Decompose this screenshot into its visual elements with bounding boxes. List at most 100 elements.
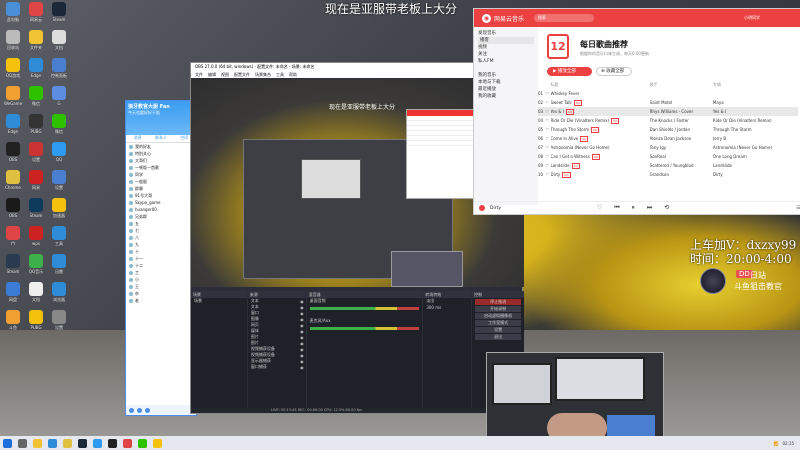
desktop-icon[interactable]: 文档 — [48, 30, 70, 58]
desktop-icon[interactable]: 控制面板 — [48, 58, 70, 86]
taskbar-edge-icon[interactable] — [48, 438, 57, 448]
obs-control-button[interactable]: 启动虚拟摄像机 — [475, 313, 522, 319]
song-row[interactable]: 02 ♡ Sweet Talk SQ Saint Motel Maya — [538, 98, 798, 107]
qq-contact-row[interactable]: 一顿饭一首歌 — [126, 164, 196, 171]
song-table-header[interactable]: 专辑 — [713, 81, 798, 89]
desktop-icon[interactable]: 此电脑 — [2, 2, 24, 30]
visibility-eye-icon[interactable]: ◉ — [300, 335, 304, 340]
visibility-eye-icon[interactable]: ◉ — [300, 311, 304, 316]
visibility-eye-icon[interactable]: ◉ — [300, 299, 304, 304]
song-row[interactable]: 03 ♡ Yes & I SQ Rhys Williams - Cover Yes & I — [538, 107, 798, 116]
qq-menu-icon[interactable] — [129, 407, 134, 413]
taskbar-qq-icon[interactable] — [93, 438, 102, 448]
desktop-icon[interactable]: QQ游戏 — [2, 58, 24, 86]
taskbar-start-icon[interactable] — [3, 438, 12, 448]
qq-contact-row[interactable]: 五 — [126, 220, 196, 227]
visibility-eye-icon[interactable]: ◉ — [300, 365, 304, 370]
qq-contact-row[interactable]: 我的好友 — [126, 143, 196, 150]
music-sidebar-item[interactable]: 播客 — [478, 37, 534, 44]
playlist-icon[interactable]: ☰ — [796, 205, 800, 211]
qq-contact-row[interactable]: 同学 — [126, 171, 196, 178]
qq-contact-row[interactable]: 91号大哥 — [126, 192, 196, 199]
desktop-icon[interactable]: PUBG — [25, 114, 47, 142]
desktop-icon[interactable]: Edge — [25, 58, 47, 86]
qq-tab[interactable]: 联系人 — [149, 135, 172, 142]
obs-menu-item[interactable]: 配置文件 — [234, 72, 250, 78]
qq-contact-row[interactable]: 十一 — [126, 255, 196, 262]
song-row[interactable]: 07 ♡ Astronomia (Never Go Home) Tony Igy Ast… — [538, 143, 798, 152]
visibility-eye-icon[interactable]: ◉ — [300, 353, 304, 358]
song-row[interactable]: 10 ♡ Dirty SQ Grandson Dirty — [538, 170, 798, 179]
qq-contact-row[interactable]: huanger00 — [126, 206, 196, 213]
obs-control-button[interactable]: 开始录制 — [475, 306, 522, 312]
qq-contact-row[interactable]: Skype_game — [126, 199, 196, 206]
qq-settings-icon[interactable] — [137, 407, 142, 413]
scene-item[interactable]: 场景 — [191, 298, 247, 304]
desktop-icon[interactable]: 浏览器 — [48, 282, 70, 310]
song-table-header[interactable]: 标题 — [551, 81, 650, 89]
obs-control-button[interactable]: 停止推流 — [475, 299, 522, 305]
music-sidebar-item[interactable]: 最近播放 — [478, 86, 534, 93]
visibility-eye-icon[interactable]: ◉ — [300, 323, 304, 328]
taskbar-music-icon[interactable] — [123, 438, 132, 448]
song-row[interactable]: 04 ♡ Ride Or Die (Vinalters Remix) SQ The Kn… — [538, 116, 798, 125]
music-sidebar-item[interactable]: 发现音乐 — [478, 30, 534, 37]
desktop-icon[interactable]: 文档 — [25, 282, 47, 310]
visibility-eye-icon[interactable]: ◉ — [300, 329, 304, 334]
qq-contact-row[interactable]: 大哥们 — [126, 157, 196, 164]
obs-menu-item[interactable]: 工具 — [276, 72, 284, 78]
play-all-button[interactable]: ▶ 播放全部 — [547, 67, 592, 76]
desktop-icon[interactable]: QQ音乐 — [25, 254, 47, 282]
music-username[interactable]: 小明同学 — [744, 15, 760, 21]
desktop-icon[interactable]: Chrome — [2, 170, 24, 198]
music-sidebar-item[interactable]: 我的音乐 — [478, 72, 534, 79]
desktop-icon[interactable]: 网易 — [25, 170, 47, 198]
obs-control-button[interactable]: 设置 — [475, 327, 522, 333]
music-sidebar-item[interactable]: 本地与下载 — [478, 79, 534, 86]
loop-icon[interactable]: ⟲ — [664, 204, 669, 212]
qq-contact-row[interactable]: 十 — [126, 248, 196, 255]
song-table-header[interactable] — [538, 81, 545, 89]
song-row[interactable]: 05 ♡ Through The Storm SQ Dan Shields / Jord… — [538, 125, 798, 134]
song-row[interactable]: 06 ♡ Come In Alive SQ Alonzo Dean Jackson Jer… — [538, 134, 798, 143]
qq-contact-row[interactable]: 小 — [126, 276, 196, 283]
collect-all-button[interactable]: ⊕ 收藏全部 — [596, 67, 632, 76]
qq-contact-row[interactable]: 十二 — [126, 262, 196, 269]
desktop-icon[interactable]: QQ — [48, 142, 70, 170]
previous-icon[interactable]: ⏮ — [614, 204, 619, 212]
desktop-icon[interactable]: 工具 — [48, 226, 70, 254]
source-item[interactable]: 窗口捕获 ◉ — [248, 364, 306, 370]
desktop-icon[interactable]: 文件夹 — [25, 30, 47, 58]
qq-contact-row[interactable]: 王 — [126, 283, 196, 290]
qq-contact-row[interactable]: 特别关心 — [126, 150, 196, 157]
desktop-icon[interactable]: 设置 — [48, 170, 70, 198]
taskbar-clock[interactable]: 02:15 — [782, 441, 794, 446]
visibility-eye-icon[interactable]: ◉ — [300, 317, 304, 322]
qq-contact-row[interactable]: 老 — [126, 297, 196, 304]
song-row[interactable]: 08 ♡ Can I Get a Witness SQ SonReal One Long … — [538, 152, 798, 161]
visibility-eye-icon[interactable]: ◉ — [300, 305, 304, 310]
desktop-icon[interactable]: OBS — [2, 142, 24, 170]
visibility-eye-icon[interactable]: ◉ — [300, 359, 304, 364]
desktop-icon[interactable]: 微信 — [48, 114, 70, 142]
now-playing-cover[interactable] — [479, 205, 485, 211]
pause-icon[interactable]: ⏸ — [632, 204, 635, 212]
desktop-icon[interactable]: Steam — [48, 2, 70, 30]
song-row[interactable]: 09 ♡ Landslide SQ Scattered / Youngblud Lands… — [538, 161, 798, 170]
desktop-icon[interactable]: 斗鱼 — [2, 310, 24, 338]
taskbar-game-icon[interactable] — [153, 438, 162, 448]
obs-menu-item[interactable]: 文件 — [195, 72, 203, 78]
desktop-icon[interactable]: Steam — [25, 198, 47, 226]
network-icon[interactable]: 📶 — [773, 441, 778, 446]
qq-contact-row[interactable]: 工 — [126, 269, 196, 276]
transition-duration-input[interactable]: 300 ms — [423, 304, 471, 310]
taskbar-search-icon[interactable] — [18, 438, 27, 448]
song-row[interactable]: 01 ♡ Whiskey Fever — [538, 89, 798, 98]
qq-contact-row[interactable]: 九 — [126, 241, 196, 248]
taskbar-steam-icon[interactable] — [78, 438, 87, 448]
qq-contact-row[interactable]: 八 — [126, 234, 196, 241]
music-sidebar-item[interactable]: 我的收藏 — [478, 93, 534, 100]
desktop-icon[interactable]: 加速器 — [48, 198, 70, 226]
taskbar-wechat-icon[interactable] — [138, 438, 147, 448]
song-table-header[interactable]: 歌手 — [650, 81, 713, 89]
